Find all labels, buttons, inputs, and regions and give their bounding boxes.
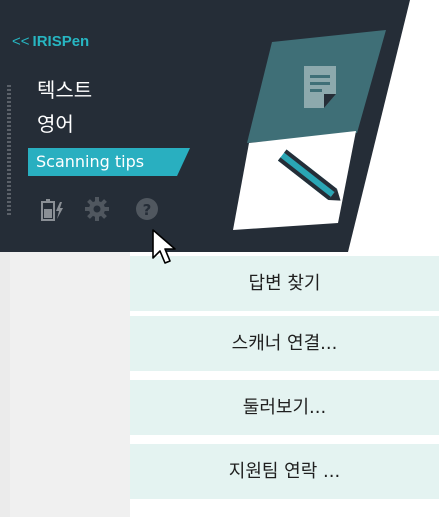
brand-name: IRISPen xyxy=(32,33,90,50)
side-strip-inner xyxy=(10,252,130,517)
scanning-tips-button[interactable]: Scanning tips xyxy=(28,148,190,176)
gear-icon[interactable] xyxy=(84,196,110,222)
brand-title[interactable]: << IRISPen xyxy=(12,33,89,50)
irispen-panel: << IRISPen 텍스트 영어 Scanning tips ? xyxy=(0,0,439,252)
menu-item-take-tour[interactable]: 둘러보기... xyxy=(130,380,439,436)
svg-text:?: ? xyxy=(143,201,152,219)
menu-item-contact-support[interactable]: 지원팀 연락 ... xyxy=(130,444,439,500)
mouse-cursor-icon xyxy=(152,229,176,264)
menu-item-connect-scanner[interactable]: 스캐너 연결... xyxy=(130,316,439,372)
language-label[interactable]: 영어 xyxy=(37,112,74,136)
recognition-mode[interactable]: 텍스트 xyxy=(37,78,92,102)
help-context-menu: 답변 찾기 스캐너 연결... 둘러보기... 지원팀 연락 ... xyxy=(130,252,439,517)
pen-icon[interactable] xyxy=(270,148,350,208)
help-icon[interactable]: ? xyxy=(134,196,160,222)
document-icon[interactable] xyxy=(300,64,340,112)
collapse-chevron-icon[interactable]: << xyxy=(12,33,30,50)
drag-grip[interactable] xyxy=(7,85,11,215)
battery-charging-icon[interactable] xyxy=(40,196,66,222)
